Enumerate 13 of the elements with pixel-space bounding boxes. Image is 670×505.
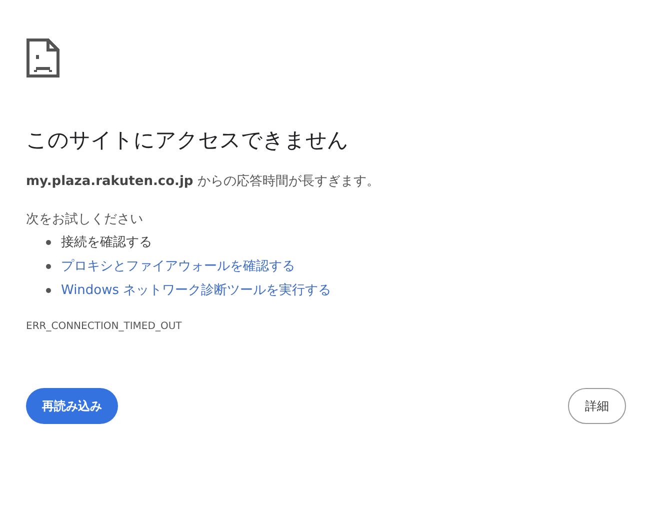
suggestion-text: 接続を確認する [61, 234, 152, 251]
bullet-icon [46, 264, 51, 268]
suggestion-link[interactable]: プロキシとファイアウォールを確認する [61, 257, 295, 275]
error-heading: このサイトにアクセスできません [26, 127, 350, 154]
error-code: ERR_CONNECTION_TIMED_OUT [26, 321, 183, 332]
bullet-icon [46, 288, 51, 292]
suggestions-title: 次をお試しください [26, 211, 144, 228]
reload-button[interactable]: 再読み込み [26, 388, 118, 424]
details-button[interactable]: 詳細 [568, 388, 626, 424]
sad-page-icon [26, 38, 60, 78]
bullet-icon [46, 240, 51, 244]
suggestion-link[interactable]: Windows ネットワーク診断ツールを実行する [61, 281, 332, 299]
error-message: my.plaza.rakuten.co.jp からの応答時間が長すぎます。 [26, 173, 380, 190]
